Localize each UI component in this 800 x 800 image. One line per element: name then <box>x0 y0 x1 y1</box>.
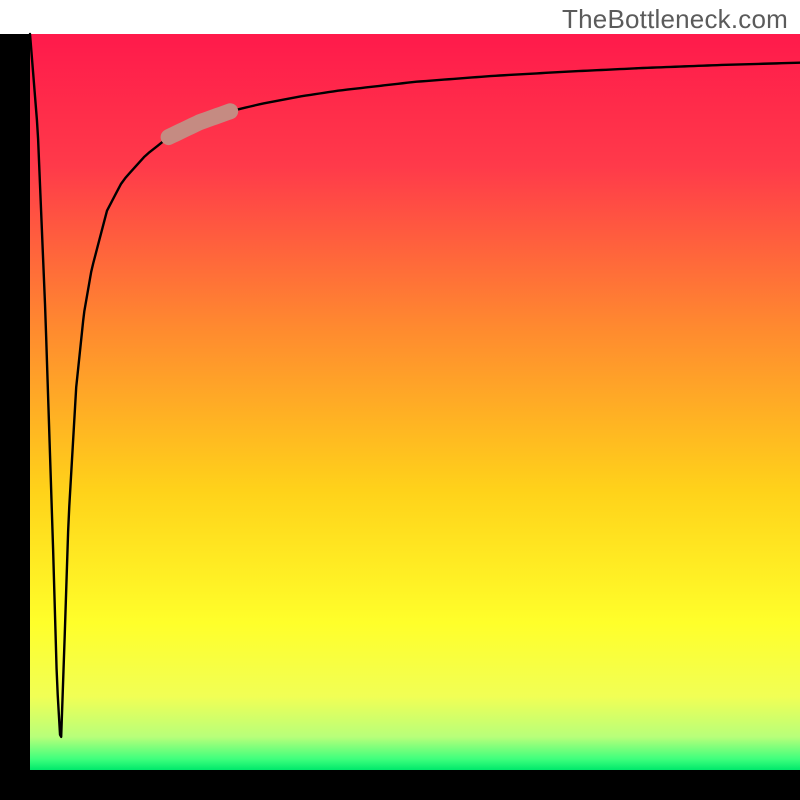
chart-stage: TheBottleneck.com <box>0 0 800 800</box>
plot-background <box>30 34 800 770</box>
watermark-text: TheBottleneck.com <box>562 4 788 35</box>
x-axis-band <box>0 770 800 800</box>
chart-svg <box>0 0 800 800</box>
y-axis-band <box>0 34 30 800</box>
